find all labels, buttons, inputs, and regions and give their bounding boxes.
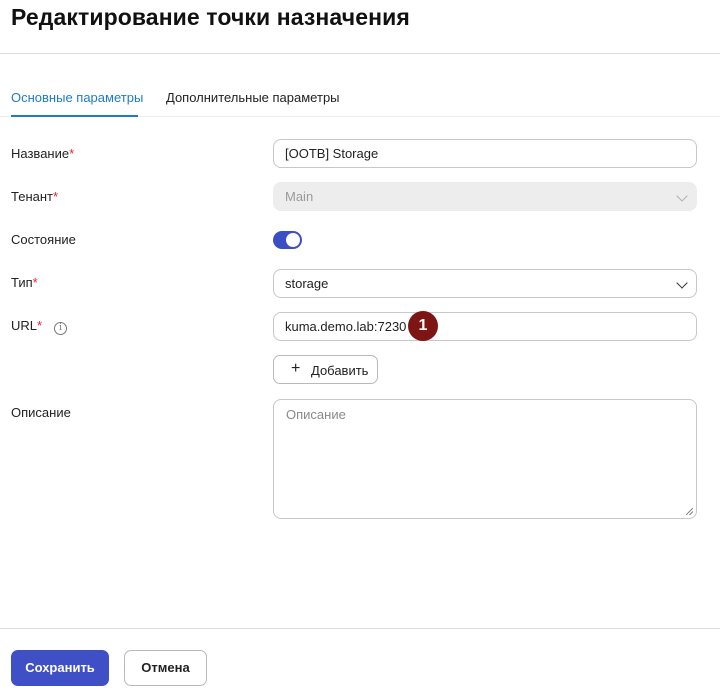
tab-main-parameters[interactable]: Основные параметры bbox=[11, 90, 143, 105]
required-mark: * bbox=[52, 189, 59, 204]
page-title: Редактирование точки назначения bbox=[11, 4, 410, 30]
tenant-select: Main bbox=[273, 182, 697, 211]
state-toggle[interactable] bbox=[273, 231, 302, 249]
name-label: Название* bbox=[11, 146, 75, 161]
add-url-label: Добавить bbox=[311, 363, 369, 378]
tab-additional-parameters[interactable]: Дополнительные параметры bbox=[166, 90, 340, 105]
callout-marker: 1 bbox=[408, 311, 438, 341]
description-label: Описание bbox=[11, 405, 71, 420]
description-textarea[interactable]: Описание bbox=[273, 399, 697, 519]
url-label: URL* i bbox=[11, 318, 68, 335]
toggle-knob bbox=[286, 233, 300, 247]
required-mark: * bbox=[37, 318, 43, 333]
required-mark: * bbox=[32, 275, 38, 290]
url-input[interactable]: kuma.demo.lab:7230 bbox=[273, 312, 697, 341]
required-mark: * bbox=[69, 146, 75, 161]
cancel-button[interactable]: Отмена bbox=[124, 650, 207, 686]
tenant-label: Тенант* bbox=[11, 189, 59, 204]
type-label: Тип* bbox=[11, 275, 38, 290]
chevron-down-icon bbox=[676, 190, 688, 202]
info-icon[interactable]: i bbox=[54, 322, 68, 335]
active-tab-indicator bbox=[11, 115, 138, 117]
type-select[interactable]: storage bbox=[273, 269, 697, 298]
tab-bar: Основные параметры Дополнительные параме… bbox=[0, 54, 720, 117]
state-label: Состояние bbox=[11, 232, 76, 247]
add-url-button[interactable]: + Добавить bbox=[273, 355, 378, 384]
name-input[interactable]: [OOTB] Storage bbox=[273, 139, 697, 168]
chevron-down-icon bbox=[676, 277, 688, 289]
plus-icon: + bbox=[291, 360, 301, 377]
resize-handle[interactable] bbox=[686, 508, 693, 515]
save-button[interactable]: Сохранить bbox=[11, 650, 109, 686]
description-placeholder: Описание bbox=[286, 407, 346, 422]
footer-divider bbox=[0, 628, 720, 629]
